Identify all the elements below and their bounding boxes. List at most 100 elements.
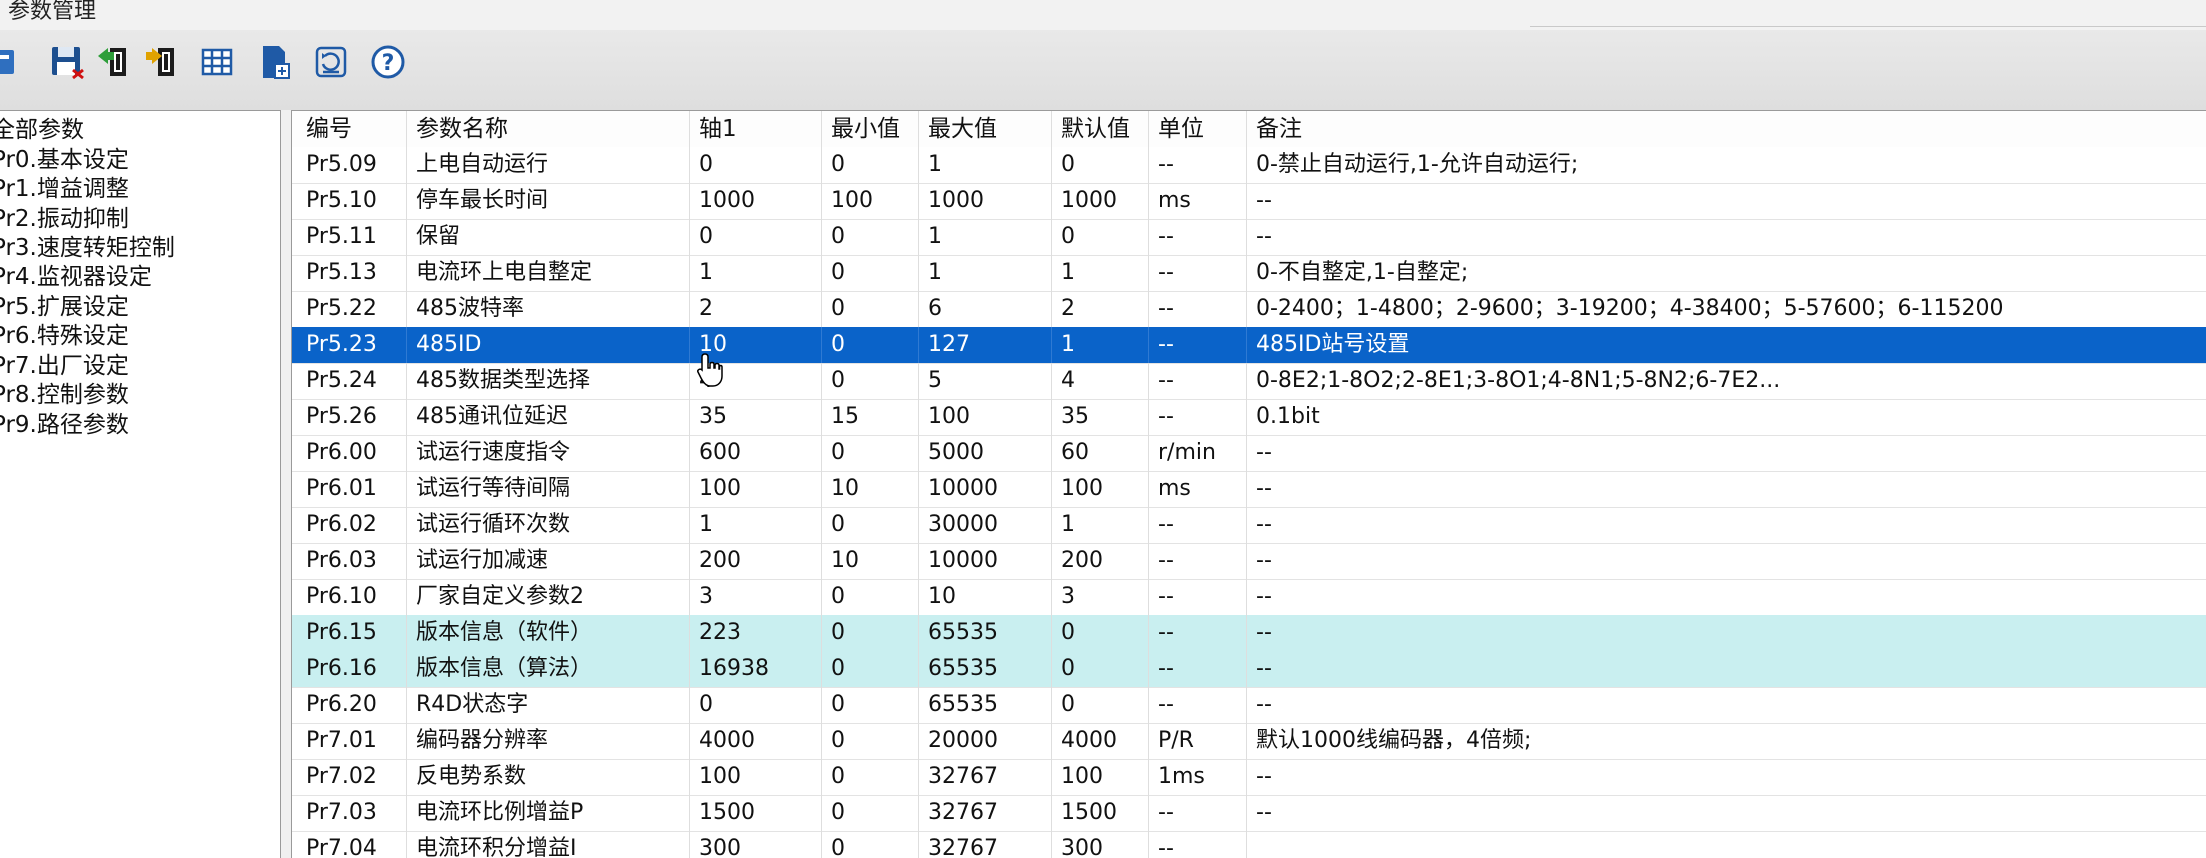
- tree-item-pr6[interactable]: Pr6.特殊设定: [0, 321, 129, 351]
- table-row[interactable]: Pr5.22 485波特率 2 0 6 2 -- 0-2400；1-4800；2-9600；3…: [292, 291, 2206, 328]
- cell-remark: --: [1256, 692, 1272, 717]
- table-row[interactable]: Pr5.13 电流环上电自整定 1 0 1 1 -- 0-不自整定,1-自整定;: [292, 255, 2206, 292]
- cell-remark: --: [1256, 620, 1272, 645]
- table-row[interactable]: Pr6.03 试运行加减速 200 10 10000 200 -- --: [292, 543, 2206, 580]
- cell-axis1[interactable]: 35: [690, 399, 822, 435]
- cell-axis1[interactable]: 0: [690, 219, 822, 255]
- cell-default: 1500: [1052, 795, 1149, 831]
- cell-max: 10: [919, 579, 1052, 615]
- cell-unit: ms: [1149, 471, 1247, 507]
- save-button[interactable]: [45, 40, 89, 84]
- cell-default: 200: [1052, 543, 1149, 579]
- cell-axis1[interactable]: 0: [690, 687, 822, 723]
- cell-axis1[interactable]: 0: [690, 147, 822, 183]
- table-row[interactable]: Pr5.24485数据类型选择4054--0-8E2;1-8O2;2-8E1;3…: [292, 363, 2206, 400]
- tree-item-pr4[interactable]: Pr4.监视器设定: [0, 262, 152, 292]
- open-file-button[interactable]: [0, 40, 24, 84]
- cell-unit: r/min: [1149, 435, 1247, 471]
- download-param-button[interactable]: [92, 40, 136, 84]
- cell-name: 保留: [407, 219, 690, 255]
- tree-item-pr8[interactable]: Pr8.控制参数: [0, 380, 129, 410]
- tree-item-pr0[interactable]: Pr0.基本设定: [0, 145, 129, 175]
- table-row[interactable]: Pr6.00 试运行速度指令 600 0 5000 60 r/min --: [292, 435, 2206, 472]
- cell-axis1[interactable]: 1: [690, 507, 822, 543]
- table-row[interactable]: Pr6.20 R4D状态字 0 0 65535 0 -- --: [292, 687, 2206, 724]
- table-row[interactable]: Pr6.16 版本信息（算法） 16938 0 65535 0 -- --: [292, 651, 2206, 688]
- cell-max: 10000: [919, 543, 1052, 579]
- cell-max: 1000: [919, 183, 1052, 219]
- panel-splitter[interactable]: [281, 110, 291, 857]
- cell-axis1[interactable]: 1500: [690, 795, 822, 831]
- table-row[interactable]: Pr6.02 试运行循环次数 1 0 30000 1 -- --: [292, 507, 2206, 544]
- cell-id: Pr7.02: [292, 759, 407, 795]
- table-row[interactable]: Pr5.26 485通讯位延迟 35 15 100 35 -- 0.1bit: [292, 399, 2206, 436]
- cell-axis1[interactable]: 300: [690, 831, 822, 858]
- table-row[interactable]: Pr5.09 上电自动运行 0 0 1 0 -- 0-禁止自动运行,1-允许自动运行;: [292, 147, 2206, 184]
- table-row[interactable]: Pr7.02 反电势系数 100 0 32767 100 1ms --: [292, 759, 2206, 796]
- tree-item-pr7[interactable]: Pr7.出厂设定: [0, 351, 129, 381]
- cell-unit: --: [1149, 507, 1247, 543]
- cell-axis1[interactable]: 600: [690, 435, 822, 471]
- upload-param-button[interactable]: [140, 40, 184, 84]
- column-header-name[interactable]: 参数名称: [407, 111, 690, 147]
- table-row[interactable]: Pr7.04 电流环积分增益I 300 0 32767 300 --: [292, 831, 2206, 858]
- cell-axis1[interactable]: 3: [690, 579, 822, 615]
- cell-id: Pr6.00: [292, 435, 407, 471]
- help-button[interactable]: ?: [366, 40, 410, 84]
- column-header-min[interactable]: 最小值: [822, 111, 919, 147]
- table-view-button[interactable]: [195, 40, 239, 84]
- tree-item-pr3[interactable]: Pr3.速度转矩控制: [0, 233, 175, 263]
- cell-name: 试运行循环次数: [407, 507, 690, 543]
- table-row[interactable]: Pr6.10 厂家自定义参数2 3 0 10 3 -- --: [292, 579, 2206, 616]
- cell-remark: --: [1256, 440, 1272, 465]
- cell-min: 0: [822, 291, 919, 327]
- table-row[interactable]: Pr5.10 停车最长时间 1000 100 1000 1000 ms --: [292, 183, 2206, 220]
- mouse-pointer-icon: [697, 353, 723, 387]
- cell-min: 0: [822, 795, 919, 831]
- column-header-unit[interactable]: 单位: [1149, 111, 1247, 147]
- column-header-remark[interactable]: 备注: [1247, 111, 2206, 147]
- table-row[interactable]: Pr6.01 试运行等待间隔 100 10 10000 100 ms --: [292, 471, 2206, 508]
- cell-max: 1: [919, 255, 1052, 291]
- cell-axis1[interactable]: 1: [690, 255, 822, 291]
- tree-root-all-params[interactable]: 全部参数: [0, 115, 84, 145]
- cell-id: Pr5.10: [292, 183, 407, 219]
- cell-axis1[interactable]: 100: [690, 471, 822, 507]
- table-row[interactable]: Pr7.01 编码器分辨率 4000 0 20000 4000 P/R 默认1000线编码器，…: [292, 723, 2206, 760]
- column-header-id[interactable]: 编号: [292, 111, 407, 147]
- export-file-button[interactable]: [253, 40, 297, 84]
- cell-axis1[interactable]: 1000: [690, 183, 822, 219]
- table-row[interactable]: Pr6.15 版本信息（软件） 223 0 65535 0 -- --: [292, 615, 2206, 652]
- cell-max: 1: [919, 147, 1052, 183]
- cell-min: 0: [822, 687, 919, 723]
- tree-item-pr1[interactable]: Pr1.增益调整: [0, 174, 129, 204]
- cell-axis1[interactable]: 4000: [690, 723, 822, 759]
- cell-min: 0: [822, 651, 919, 687]
- cell-axis1[interactable]: 100: [690, 759, 822, 795]
- cell-id: Pr7.01: [292, 723, 407, 759]
- cell-max: 65535: [919, 687, 1052, 723]
- cell-axis1[interactable]: 16938: [690, 651, 822, 687]
- reset-button[interactable]: [309, 40, 353, 84]
- column-header-default[interactable]: 默认值: [1052, 111, 1149, 147]
- table-row[interactable]: Pr7.03 电流环比例增益P 1500 0 32767 1500 -- --: [292, 795, 2206, 832]
- column-header-max[interactable]: 最大值: [919, 111, 1052, 147]
- table-row[interactable]: Pr5.11 保留 0 0 1 0 -- --: [292, 219, 2206, 256]
- tree-item-pr9[interactable]: Pr9.路径参数: [0, 410, 129, 440]
- cell-name: 电流环上电自整定: [407, 255, 690, 291]
- cell-name: 编码器分辨率: [407, 723, 690, 759]
- cell-axis1[interactable]: 2: [690, 291, 822, 327]
- cell-axis1[interactable]: 200: [690, 543, 822, 579]
- cell-axis1[interactable]: 223: [690, 615, 822, 651]
- cell-max: 30000: [919, 507, 1052, 543]
- cell-unit: P/R: [1149, 723, 1247, 759]
- cell-unit: 1ms: [1149, 759, 1247, 795]
- tree-item-pr2[interactable]: Pr2.振动抑制: [0, 204, 129, 234]
- table-row[interactable]: Pr5.23 485ID 10 0 127 1 -- 485ID站号设置: [292, 327, 2206, 364]
- cell-id: Pr5.26: [292, 399, 407, 435]
- cell-default: 2: [1052, 291, 1149, 327]
- cell-max: 65535: [919, 651, 1052, 687]
- parameter-grid: 编号 参数名称 轴1 最小值 最大值 默认值 单位 备注 Pr5.09 上电自动运…: [291, 110, 2206, 858]
- tree-item-pr5[interactable]: Pr5.扩展设定: [0, 292, 129, 322]
- column-header-axis1[interactable]: 轴1: [690, 111, 822, 147]
